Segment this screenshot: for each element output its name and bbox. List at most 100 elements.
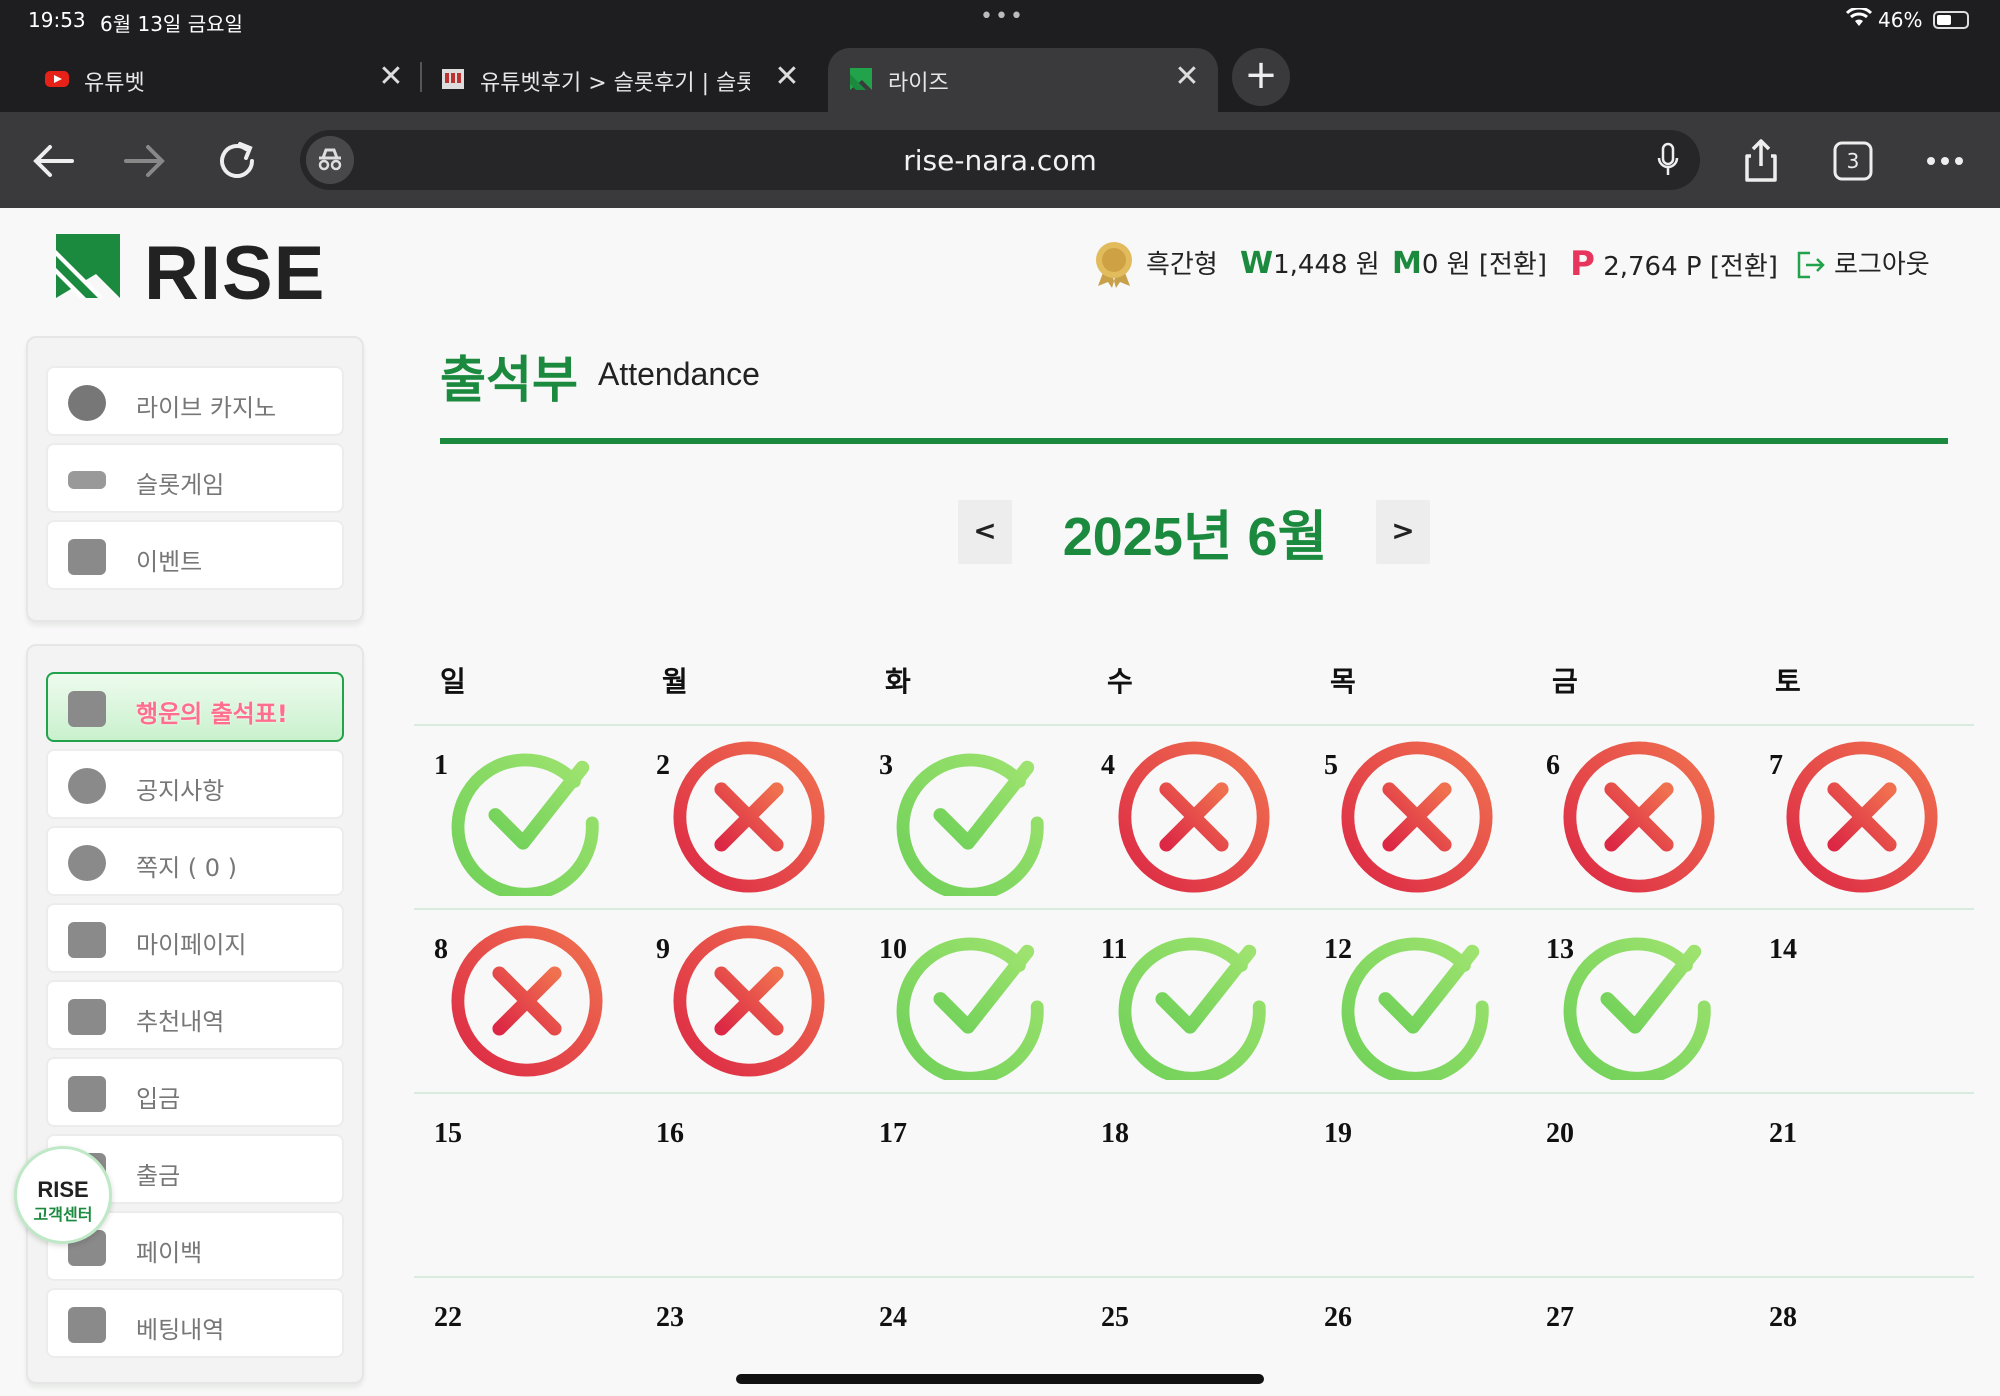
rise-favicon-icon <box>850 68 872 90</box>
x-mark-icon <box>673 925 825 1077</box>
weekday-header: 일 <box>440 665 466 698</box>
microphone-icon[interactable] <box>1656 142 1680 178</box>
calendar-day-number: 19 <box>1324 1118 1352 1149</box>
sidebar-item-label: 출금 <box>136 1162 181 1190</box>
sidebar-menu-panel: 행운의 출석표! 공지사항 쪽지 ( 0 ) 마이페이지 추천내역 입금 출금 … <box>26 644 364 1384</box>
m-value: 0 원 [전환] <box>1421 250 1547 280</box>
weekday-header: 금 <box>1552 665 1578 698</box>
prev-month-button[interactable]: < <box>958 500 1012 564</box>
reload-icon[interactable] <box>212 136 262 186</box>
youtube-icon <box>45 71 69 87</box>
calendar-day-number: 4 <box>1101 750 1115 781</box>
week-divider <box>414 908 1974 910</box>
casino-chips-icon <box>68 385 106 421</box>
sidebar-item-attendance[interactable]: 행운의 출석표! <box>46 672 344 742</box>
calendar-day-number: 8 <box>434 934 448 965</box>
check-mark-icon <box>1563 937 1711 1080</box>
p-value: 2,764 P [전환] <box>1603 252 1778 282</box>
calendar-day-number: 22 <box>434 1302 462 1333</box>
chat-icon <box>68 845 106 881</box>
sidebar-item-mypage[interactable]: 마이페이지 <box>46 903 344 973</box>
x-mark-icon <box>1563 741 1715 893</box>
point-convert[interactable]: P 2,764 P [전환] <box>1570 244 1778 288</box>
calendar-day-number: 15 <box>434 1118 462 1149</box>
calendar-day-number: 14 <box>1769 934 1797 965</box>
won-value: 1,448 원 <box>1273 250 1380 280</box>
tab-close-icon[interactable]: ✕ <box>376 62 406 92</box>
calendar-day-number: 9 <box>656 934 670 965</box>
won-symbol: W <box>1240 246 1274 281</box>
wifi-icon <box>1846 8 1872 26</box>
x-mark-icon <box>451 925 603 1077</box>
x-mark-icon <box>1341 741 1493 893</box>
sidebar-item-label: 슬롯게임 <box>136 471 225 499</box>
battery-percent: 46% <box>1878 8 1923 32</box>
balance-m-convert[interactable]: M0 원 [전환] <box>1392 244 1547 288</box>
user-rank-name: 흑간형 <box>1146 250 1218 280</box>
logout-icon[interactable] <box>1796 250 1826 280</box>
tab-count-button[interactable]: 3 <box>1828 136 1878 186</box>
sidebar-item-notice[interactable]: 공지사항 <box>46 749 344 819</box>
logout-link[interactable]: 로그아웃 <box>1834 244 1930 288</box>
status-time: 19:53 <box>28 8 86 32</box>
more-options-icon[interactable] <box>1920 136 1970 186</box>
sidebar-item-bet-history[interactable]: 베팅내역 <box>46 1288 344 1358</box>
calendar-day-number: 5 <box>1324 750 1338 781</box>
calendar-day-number: 21 <box>1769 1118 1797 1149</box>
user-icon <box>68 922 106 958</box>
sidebar-item-label: 이벤트 <box>136 548 203 576</box>
site-logo[interactable]: RISE <box>56 231 326 316</box>
heart-mail-icon <box>68 999 106 1035</box>
p-symbol: P <box>1570 244 1595 284</box>
sidebar-item-slot[interactable]: 슬롯게임 <box>46 443 344 513</box>
tab-title: 유튜벳 <box>84 71 145 96</box>
month-title: 2025년 6월 <box>1062 507 1328 567</box>
sidebar-item-label: 추천내역 <box>136 1008 225 1036</box>
slot-machine-icon <box>68 471 106 489</box>
tab-rise[interactable]: 라이즈 ✕ <box>828 48 1218 112</box>
sidebar-item-deposit[interactable]: 입금 <box>46 1057 344 1127</box>
multitask-dots-icon[interactable]: ••• <box>980 4 1025 29</box>
check-mark-icon <box>896 753 1044 896</box>
sidebar-item-messages[interactable]: 쪽지 ( 0 ) <box>46 826 344 896</box>
calendar-day-number: 28 <box>1769 1302 1797 1333</box>
x-mark-icon <box>673 741 825 893</box>
calendar-day-number: 1 <box>434 750 448 781</box>
next-month-button[interactable]: > <box>1376 500 1430 564</box>
rise-logo-icon <box>56 234 120 298</box>
check-mark-icon <box>451 753 599 896</box>
tab-close-icon[interactable]: ✕ <box>1172 62 1202 92</box>
calendar-day-number: 7 <box>1769 750 1783 781</box>
calendar-day-number: 26 <box>1324 1302 1352 1333</box>
cs-badge-label: 고객센터 <box>33 1205 93 1224</box>
sidebar-item-referrals[interactable]: 추천내역 <box>46 980 344 1050</box>
sidebar-item-label: 쪽지 ( 0 ) <box>136 854 238 882</box>
rank-medal-icon <box>1096 242 1132 288</box>
sidebar-item-event[interactable]: 이벤트 <box>46 520 344 590</box>
calendar-day-number: 6 <box>1546 750 1560 781</box>
url-text: rise-nara.com <box>903 144 1097 177</box>
new-tab-button[interactable]: + <box>1232 48 1290 106</box>
customer-center-button[interactable]: RISE 고객센터 <box>14 1146 112 1244</box>
calendar-day-number: 16 <box>656 1118 684 1149</box>
battery-icon <box>1933 11 1969 29</box>
sidebar-item-label: 행운의 출석표! <box>136 700 288 728</box>
slot-favicon-icon <box>442 69 464 89</box>
back-arrow-icon[interactable] <box>28 136 78 186</box>
share-icon[interactable] <box>1736 136 1786 186</box>
tab-close-icon[interactable]: ✕ <box>772 62 802 92</box>
week-divider <box>414 1276 1974 1278</box>
forward-arrow-icon[interactable] <box>120 136 170 186</box>
m-symbol: M <box>1392 246 1422 281</box>
sidebar-games-panel: 라이브 카지노 슬롯게임 이벤트 <box>26 336 364 622</box>
x-mark-icon <box>1118 741 1270 893</box>
weekday-header: 토 <box>1775 665 1801 698</box>
address-bar[interactable]: rise-nara.com <box>300 130 1700 190</box>
tab-youtubet[interactable]: 유튜벳 ✕ <box>24 48 414 112</box>
home-indicator <box>736 1374 1264 1384</box>
weekday-header: 수 <box>1107 665 1133 698</box>
sidebar-item-live-casino[interactable]: 라이브 카지노 <box>46 366 344 436</box>
calendar-day-number: 20 <box>1546 1118 1574 1149</box>
tab-youtubet-review[interactable]: 유튜벳후기 > 슬롯후기 | 슬롯 ✕ <box>420 48 810 112</box>
calendar-day-number: 25 <box>1101 1302 1129 1333</box>
